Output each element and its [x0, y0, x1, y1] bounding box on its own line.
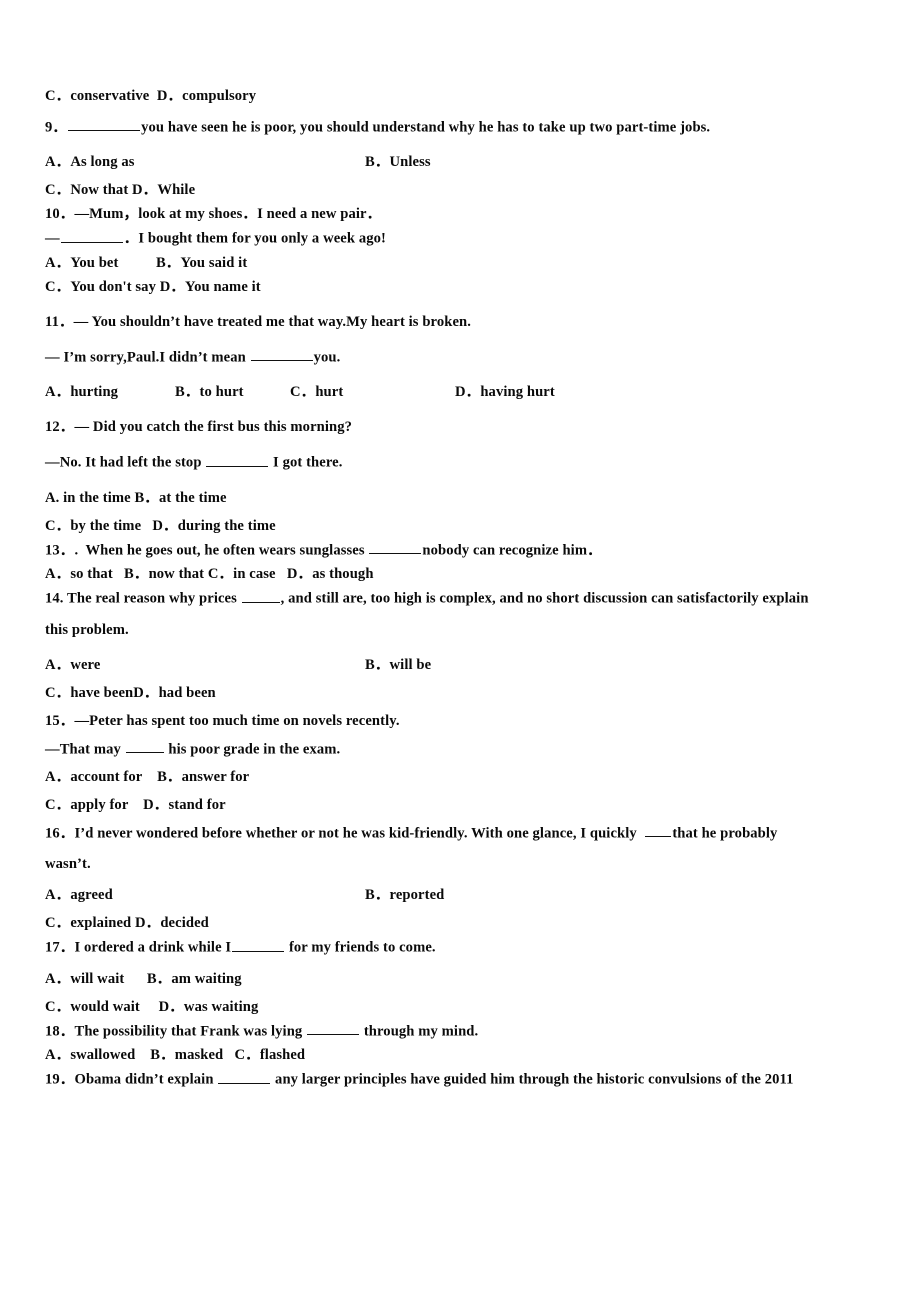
question-11-reply-tail: you.	[313, 349, 341, 366]
question-16-stem-continued: wasn’t.	[45, 856, 91, 873]
question-17-stem: 17．I ordered a drink while I for my frie…	[45, 937, 885, 957]
question-10-options-cd: C．You don't say D．You name it	[45, 278, 261, 295]
question-13-blank	[369, 540, 422, 555]
question-10-reply: — ．I bought them for you only a week ago!	[45, 228, 885, 248]
question-10-reply-text: ．I bought them for you only a week ago!	[123, 230, 386, 247]
question-15-stem: 15．—Peter has spent too much time on nov…	[45, 712, 400, 729]
question-14-stem-tail: , and still are, too high is complex, an…	[280, 590, 809, 607]
question-13-stem: 13．. When he goes out, he often wears su…	[45, 540, 885, 560]
question-11-options: A．hurting B．to hurt C．hurt D．having hurt	[45, 382, 885, 402]
question-16-stem-text: 16．I’d never wondered before whether or …	[45, 825, 637, 842]
question-16-option-b: B．reported	[365, 887, 445, 904]
question-list: C．conservative D．compulsory 9． you have s…	[45, 86, 885, 1090]
question-17-blank	[232, 937, 285, 952]
question-14-blank	[241, 588, 280, 603]
question-12-reply: —No. It had left the stop I got there.	[45, 452, 885, 472]
question-13-options: A．so that B．now that C．in case D．as thou…	[45, 566, 374, 583]
question-12-options-cd: C．by the time D．during the time	[45, 517, 276, 534]
question-9-option-b: B．Unless	[365, 154, 431, 171]
question-11-reply-text: — I’m sorry,Paul.I didn’t mean	[45, 349, 246, 366]
question-11-option-a: A．hurting	[45, 384, 119, 401]
question-12-blank	[206, 452, 269, 467]
question-10-reply-dash: —	[45, 230, 60, 247]
question-9-option-a: A．As long as	[45, 154, 135, 171]
question-10-options-ab: A．You bet B．You said it	[45, 254, 248, 271]
document-page: C．conservative D．compulsory 9． you have s…	[0, 0, 920, 1302]
question-17-stem-text: 17．I ordered a drink while I	[45, 939, 232, 956]
question-17-stem-tail: for my friends to come.	[288, 939, 436, 956]
question-9-options-cd: C．Now that D．While	[45, 182, 196, 199]
question-14-options-cd: C．have beenD．had been	[45, 684, 216, 701]
question-12-reply-text: —No. It had left the stop	[45, 454, 202, 471]
question-8-options-cd: C．conservative D．compulsory	[45, 88, 257, 104]
question-14-stem: 14. The real reason why prices , and sti…	[45, 588, 885, 608]
question-15-options-cd: C．apply for D．stand for	[45, 796, 226, 813]
question-15-options-ab: A．account for B．answer for	[45, 768, 250, 785]
question-19-stem: 19．Obama didn’t explain any larger princ…	[45, 1069, 885, 1089]
question-11-option-b: B．to hurt	[175, 384, 244, 401]
question-18-blank	[307, 1021, 360, 1036]
question-15-reply-tail: his poor grade in the exam.	[168, 740, 341, 757]
question-15-reply-text: —That may	[45, 740, 121, 757]
question-9-number: 9．	[45, 119, 68, 136]
question-12-stem: 12．— Did you catch the first bus this mo…	[45, 419, 353, 436]
question-19-stem-text: 19．Obama didn’t explain	[45, 1071, 214, 1088]
question-13-stem-text: 13．. When he goes out, he often wears su…	[45, 542, 365, 559]
question-15-blank	[125, 739, 164, 753]
question-16-blank	[645, 823, 672, 838]
question-19-stem-tail: any larger principles have guided him th…	[275, 1071, 794, 1088]
question-9-stem-text: you have seen he is poor, you should und…	[141, 119, 711, 136]
question-11-option-c: C．hurt	[290, 384, 344, 401]
question-14-options-ab: A．were B．will be	[45, 655, 885, 675]
question-16-options-ab: A．agreed B．reported	[45, 885, 885, 905]
question-14-option-b: B．will be	[365, 656, 432, 673]
question-18-stem-text: 18．The possibility that Frank was lying	[45, 1023, 303, 1040]
question-11-reply: — I’m sorry,Paul.I didn’t mean you.	[45, 347, 885, 367]
question-9-stem: 9． you have seen he is poor, you should u…	[45, 117, 885, 137]
question-14-stem-continued: this problem.	[45, 621, 129, 638]
question-15-reply: —That may his poor grade in the exam.	[45, 739, 885, 759]
question-11-stem: 11．— You shouldn’t have treated me that …	[45, 313, 472, 330]
question-18-stem: 18．The possibility that Frank was lying …	[45, 1021, 885, 1041]
question-12-reply-tail: I got there.	[273, 454, 343, 471]
question-16-stem-tail: that he probably	[672, 825, 778, 842]
question-16-options-cd: C．explained D．decided	[45, 915, 209, 932]
question-14-option-a: A．were	[45, 656, 101, 673]
question-9-blank	[68, 117, 141, 132]
question-10-blank	[60, 228, 123, 243]
question-18-stem-tail: through my mind.	[363, 1023, 479, 1040]
question-17-options-ab: A．will wait B．am waiting	[45, 970, 242, 987]
question-13-stem-tail: nobody can recognize him．	[422, 542, 602, 559]
question-11-blank	[250, 347, 313, 362]
question-17-options-cd: C．would wait D．was waiting	[45, 998, 259, 1015]
question-14-stem-text: 14. The real reason why prices	[45, 590, 237, 607]
question-12-options-ab: A. in the time B．at the time	[45, 489, 227, 506]
question-19-blank	[218, 1069, 271, 1084]
question-16-option-a: A．agreed	[45, 887, 113, 904]
question-11-option-d: D．having hurt	[455, 384, 555, 401]
question-9-options-ab: A．As long as B．Unless	[45, 152, 885, 172]
question-18-options: A．swallowed B．masked C．flashed	[45, 1047, 306, 1064]
question-10-stem: 10．—Mum，look at my shoes．I need a new pa…	[45, 206, 382, 223]
question-16-stem: 16．I’d never wondered before whether or …	[45, 823, 885, 843]
